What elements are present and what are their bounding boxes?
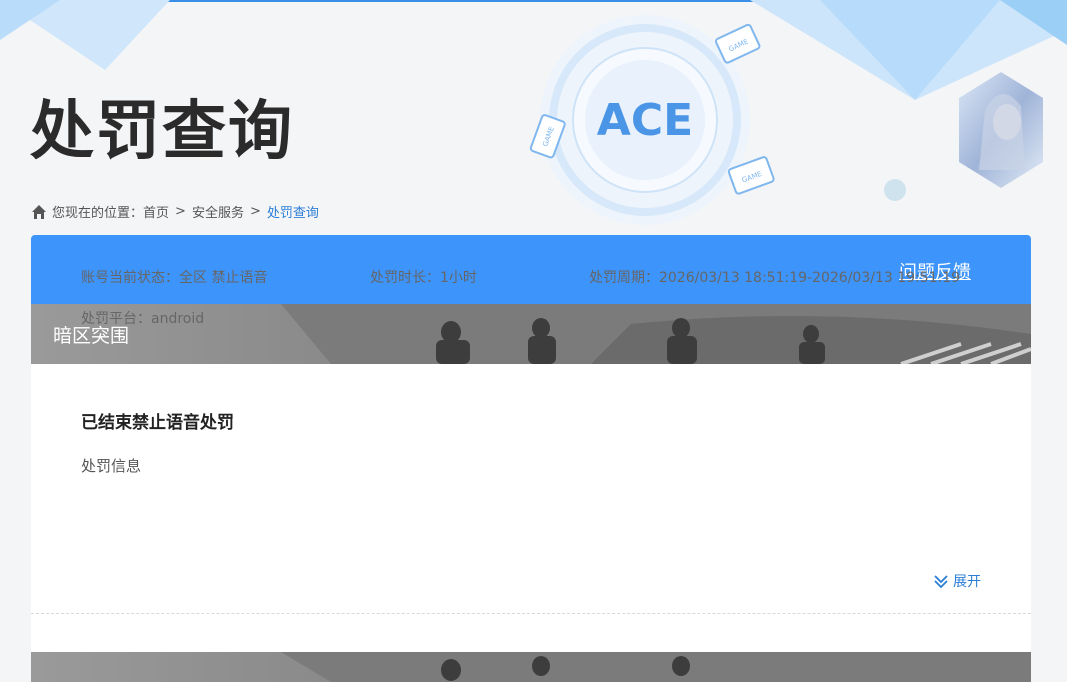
breadcrumb-current: 处罚查询	[266, 206, 319, 221]
penalty-period: 处罚周期：2026/03/13 18:51:19-2026/03/13 19:5…	[589, 270, 961, 286]
penalty-panel: 问题反馈 暗区突围 已结束禁止语音处罚 处罚信息 账号当前状态：全区 禁止语音 …	[31, 235, 1031, 682]
expand-label: 展开	[953, 574, 981, 590]
penalty-duration: 处罚时长：1小时	[370, 270, 477, 286]
breadcrumb-prefix: 您现在的位置：	[52, 206, 144, 221]
expand-button[interactable]: 展开	[933, 571, 981, 591]
game-banner	[31, 652, 1031, 682]
record-title: 已结束禁止语音处罚	[81, 413, 234, 433]
breadcrumb-home-link[interactable]: 首页	[143, 202, 169, 221]
account-status: 账号当前状态：全区 禁止语音	[81, 270, 268, 286]
ace-logo-text: ACE	[597, 95, 693, 146]
breadcrumb-separator: >	[249, 204, 261, 219]
penalty-platform: 处罚平台：android	[81, 311, 205, 327]
double-chevron-down-icon	[934, 575, 948, 589]
page-title: 处罚查询	[30, 95, 294, 169]
breadcrumb-separator: >	[175, 204, 186, 219]
penalty-record: 已结束禁止语音处罚 处罚信息 账号当前状态：全区 禁止语音 处罚时长：1小时 处…	[31, 270, 1031, 614]
breadcrumb-security-link[interactable]: 安全服务	[192, 202, 244, 221]
breadcrumb: 您现在的位置： 首页 > 安全服务 > 处罚查询	[31, 202, 319, 221]
record-section-label: 处罚信息	[81, 457, 142, 475]
home-icon[interactable]	[31, 204, 47, 220]
ace-logo-illustration: ACE GAME GAME GAME	[529, 15, 775, 225]
avatar	[959, 72, 1043, 188]
game-banner-art	[281, 652, 1031, 682]
record-spacer	[31, 614, 1031, 652]
